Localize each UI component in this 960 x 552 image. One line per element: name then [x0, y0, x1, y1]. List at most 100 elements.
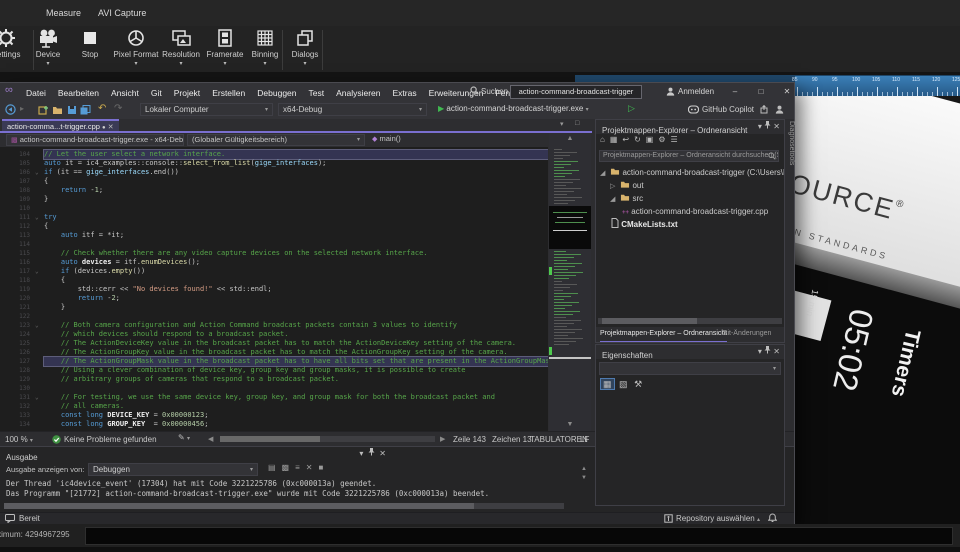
code-line[interactable]: 126 // The ActionGroupKey value in the b…: [0, 348, 548, 357]
copilot-icon[interactable]: [688, 105, 699, 114]
output-source-combo[interactable]: Debuggen▾: [88, 463, 258, 476]
ribbon-resolution-button[interactable]: Resolution ▾: [158, 26, 204, 72]
code-line[interactable]: 112{: [0, 222, 548, 231]
code-line[interactable]: 104// Let the user select a network inte…: [0, 150, 548, 159]
code-line[interactable]: 124 // which devices should respond to a…: [0, 330, 548, 339]
categorized-icon[interactable]: ▦: [600, 378, 615, 390]
project-dropdown[interactable]: ▩ action-command-broadcast-trigger.exe -…: [6, 134, 184, 146]
minimap-viewport[interactable]: [549, 206, 591, 249]
code-line[interactable]: 120 return -2;: [0, 294, 548, 303]
code-line[interactable]: 128 // Using a clever combination of dev…: [0, 366, 548, 375]
vs-menu-erweiterungen[interactable]: Erweiterungen: [423, 85, 490, 102]
solution-explorer-toolbar[interactable]: ⌂▦↩↻▣⚙☰: [600, 135, 683, 148]
tree-item-cmakelists[interactable]: CMakeLists.txt: [596, 218, 784, 231]
output-panel-controls[interactable]: ▾ ✕: [359, 447, 386, 460]
symbol-dropdown[interactable]: ◆ main(): [368, 134, 438, 146]
close-button[interactable]: ✕: [778, 85, 796, 98]
vs-menu-analysieren[interactable]: Analysieren: [330, 85, 386, 102]
line-indicator[interactable]: Zeile 143: [453, 433, 486, 446]
redo-icon[interactable]: ↷: [114, 103, 122, 114]
properties-toolbar[interactable]: ▦ ▧ ⚒: [600, 379, 644, 393]
editor-hscrollbar[interactable]: [220, 436, 435, 442]
copilot-label[interactable]: GitHub Copilot: [702, 103, 754, 116]
vs-menu-projekt[interactable]: Projekt: [168, 85, 206, 102]
feedback-bubble-icon[interactable]: [5, 514, 15, 523]
se-tab-ordneransicht[interactable]: Projektmappen-Explorer – Ordneransicht: [600, 327, 727, 342]
code-line[interactable]: 122: [0, 312, 548, 321]
ribbon-settings-button[interactable]: Settings: [0, 26, 28, 72]
solution-explorer-controls[interactable]: ▾ ✕: [758, 120, 780, 133]
tree-item-src[interactable]: ◢ src: [596, 192, 784, 205]
vs-titlebar[interactable]: ∞ DateiBearbeitenAnsichtGitProjektErstel…: [0, 83, 794, 101]
new-project-icon[interactable]: [38, 105, 48, 115]
code-line[interactable]: 113 auto itf = *it;: [0, 231, 548, 240]
code-line[interactable]: 108 return -1;: [0, 186, 548, 195]
tab-window-icon[interactable]: □: [575, 120, 579, 127]
scroll-up-arrow[interactable]: ▲: [549, 135, 591, 142]
search-label[interactable]: Suchen: [481, 83, 508, 100]
vs-menu-test[interactable]: Test: [303, 85, 331, 102]
share-icon[interactable]: [760, 105, 769, 114]
save-all-icon[interactable]: [80, 105, 91, 115]
code-line[interactable]: 110: [0, 204, 548, 213]
feedback-person-icon[interactable]: [775, 105, 784, 114]
scope-dropdown[interactable]: (Globaler Gültigkeitsbereich)▾: [187, 134, 365, 146]
code-line[interactable]: 121 }: [0, 303, 548, 312]
vs-menu-erstellen[interactable]: Erstellen: [206, 85, 251, 102]
code-line[interactable]: 109}: [0, 195, 548, 204]
vs-menu-git[interactable]: Git: [145, 85, 168, 102]
code-line[interactable]: 125 // The ActionDeviceKey value in the …: [0, 339, 548, 348]
code-line[interactable]: 134 const long GROUP_KEY = 0x00000456;: [0, 420, 548, 429]
tree-item-cpp-file[interactable]: ++ action-command-broadcast-trigger.cpp: [596, 205, 784, 218]
code-line[interactable]: 130: [0, 384, 548, 393]
code-line[interactable]: 131⌄ // For testing, we use the same dev…: [0, 393, 548, 402]
minimap-scrollbar[interactable]: ▲ ▼: [549, 133, 591, 431]
vs-menu-extras[interactable]: Extras: [387, 85, 423, 102]
solution-search-box[interactable]: Projektmappen-Explorer – Ordneransicht d…: [599, 150, 779, 162]
value-field[interactable]: [85, 527, 953, 545]
vs-menu-bearbeiten[interactable]: Bearbeiten: [52, 85, 105, 102]
nav-forward-icon[interactable]: ▸: [20, 104, 24, 113]
eol-indicator[interactable]: LF: [580, 433, 589, 446]
code-editor[interactable]: 104// Let the user select a network inte…: [0, 147, 548, 431]
vs-menu-datei[interactable]: Datei: [20, 85, 52, 102]
search-box[interactable]: action-command-broadcast-trigger: [510, 85, 642, 99]
pencil-icon[interactable]: ✎ ▾: [178, 433, 190, 442]
tab-list-chevron-icon[interactable]: ▾: [560, 120, 564, 128]
diagnostics-side-tab[interactable]: Diagnosetools: [786, 121, 795, 191]
properties-object-combo[interactable]: ▾: [599, 362, 781, 375]
code-line[interactable]: 106⌄if (it == gige_interfaces.end()): [0, 168, 548, 177]
tree-item-root-folder[interactable]: ◢ action-command-broadcast-trigger (C:\U…: [596, 166, 784, 179]
properties-controls[interactable]: ▾ ✕: [758, 345, 780, 358]
ribbon-pixel-format-button[interactable]: Pixel Format ▾: [112, 26, 160, 72]
run-button[interactable]: ▶ action-command-broadcast-trigger.exe ▾: [438, 103, 589, 116]
output-vscroll-arrows[interactable]: ▲▼: [580, 465, 588, 483]
code-line[interactable]: 127 // The ActionGroupMask value in the …: [0, 357, 548, 366]
target-machine-combo[interactable]: Lokaler Computer▾: [140, 103, 273, 116]
vs-menu-debuggen[interactable]: Debuggen: [251, 85, 302, 102]
tree-item-out[interactable]: ▷ out: [596, 179, 784, 192]
minimize-button[interactable]: –: [726, 85, 744, 98]
hscroll-left-arrow[interactable]: ◀: [208, 435, 213, 443]
code-line[interactable]: 118 {: [0, 276, 548, 285]
char-indicator[interactable]: Zeichen 13: [492, 433, 532, 446]
signin-link[interactable]: Anmelden: [678, 83, 714, 100]
code-line[interactable]: 105auto it = ic4_examples::console::sele…: [0, 159, 548, 168]
scroll-down-arrow[interactable]: ▼: [549, 421, 591, 428]
vs-menu-ansicht[interactable]: Ansicht: [105, 85, 145, 102]
nav-back-icon[interactable]: [5, 104, 16, 115]
save-icon[interactable]: [67, 105, 77, 115]
se-tab-git-aenderungen[interactable]: Git-Änderungen: [722, 327, 771, 341]
problems-status[interactable]: Keine Probleme gefunden: [64, 433, 157, 446]
undo-icon[interactable]: ↶: [98, 103, 106, 114]
menu-avi-capture[interactable]: AVI Capture: [98, 8, 146, 18]
code-line[interactable]: 115 // Check whether there are any video…: [0, 249, 548, 258]
notifications-bell-icon[interactable]: [768, 513, 777, 523]
code-line[interactable]: 111⌄try: [0, 213, 548, 222]
hscroll-right-arrow[interactable]: ▶: [440, 435, 445, 443]
property-pages-icon[interactable]: ⚒: [632, 379, 644, 389]
solution-explorer-hscrollbar[interactable]: [598, 318, 782, 324]
code-line[interactable]: 119 std::cerr << "No devices found!" << …: [0, 285, 548, 294]
code-line[interactable]: 116 auto devices = itf.enumDevices();: [0, 258, 548, 267]
code-line[interactable]: 129 // arbitrary groups of cameras that …: [0, 375, 548, 384]
